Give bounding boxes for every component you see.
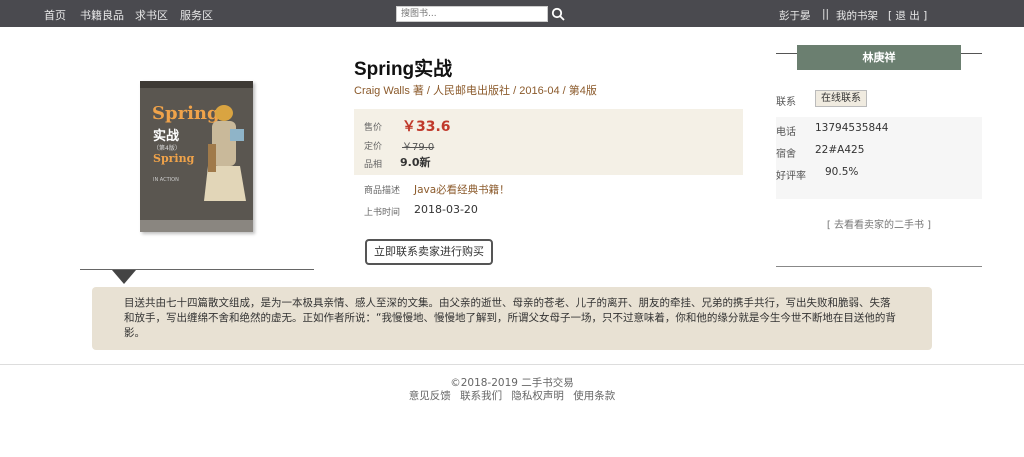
condition-value: 9.0新 bbox=[400, 156, 431, 169]
cover-figure-illustration bbox=[204, 105, 246, 201]
top-nav-bar: 首页 书籍良品 求书区 服务区 彭于晏 || 我的书架 [ 退 出 ] bbox=[0, 0, 1024, 27]
search-icon[interactable] bbox=[551, 7, 565, 21]
user-name-link[interactable]: 彭于晏 bbox=[779, 8, 811, 23]
description-label: 商品描述 bbox=[364, 186, 401, 196]
nav-request[interactable]: 求书区 bbox=[135, 7, 168, 23]
seller-name: 林庚祥 bbox=[797, 45, 961, 70]
search-input[interactable] bbox=[396, 6, 548, 22]
footer-links: 意见反馈 联系我们 隐私权声明 使用条款 bbox=[0, 388, 1024, 403]
contact-label: 联系 bbox=[776, 97, 796, 108]
contact-seller-buy-button[interactable]: 立即联系卖家进行购买 bbox=[365, 239, 493, 265]
see-seller-books-link[interactable]: [ 去看看卖家的二手书 ] bbox=[776, 216, 982, 231]
cover-subtitle: Spring bbox=[153, 152, 195, 165]
rating-value: 90.5% bbox=[825, 166, 859, 178]
dorm-label: 宿舍 bbox=[776, 149, 796, 160]
cover-subtitle-2: IN ACTION bbox=[153, 177, 179, 183]
nav-home[interactable]: 首页 bbox=[44, 7, 66, 23]
condition-label: 品相 bbox=[364, 160, 383, 170]
footer-link-privacy[interactable]: 隐私权声明 bbox=[511, 390, 564, 402]
description-value: Java必看经典书籍！ bbox=[414, 184, 510, 196]
phone-label: 电话 bbox=[776, 127, 796, 138]
footer-divider bbox=[0, 364, 1024, 365]
seller-bottom-rule bbox=[776, 266, 982, 267]
book-summary: 目送共由七十四篇散文组成，是为一本极具亲情、感人至深的文集。由父亲的逝世、母亲的… bbox=[92, 287, 932, 350]
my-shelf-link[interactable]: 我的书架 bbox=[836, 8, 878, 23]
cover-strip bbox=[140, 81, 253, 88]
sale-price: ￥33.6 bbox=[402, 119, 451, 135]
dorm-value: 22#A425 bbox=[815, 144, 865, 156]
price-panel: 售价 ￥33.6 定价 ￥79.0 品相 9.0新 bbox=[354, 109, 743, 175]
section-pointer-triangle bbox=[112, 270, 136, 284]
original-price: ￥79.0 bbox=[402, 142, 435, 153]
nav-books[interactable]: 书籍良品 bbox=[80, 7, 124, 23]
listing-time-label: 上书时间 bbox=[364, 208, 401, 218]
cover-title-cn: 实战 bbox=[153, 129, 180, 144]
footer-link-terms[interactable]: 使用条款 bbox=[573, 390, 615, 402]
footer-link-feedback[interactable]: 意见反馈 bbox=[409, 390, 451, 402]
book-meta: Craig Walls 著 / 人民邮电出版社 / 2016-04 / 第4版 bbox=[354, 85, 597, 97]
footer-link-contact[interactable]: 联系我们 bbox=[460, 390, 502, 402]
listing-time-value: 2018-03-20 bbox=[414, 203, 478, 216]
rating-label: 好评率 bbox=[776, 171, 806, 182]
phone-value: 13794535844 bbox=[815, 122, 889, 134]
logout-link[interactable]: [ 退 出 ] bbox=[888, 8, 927, 23]
original-price-label: 定价 bbox=[364, 142, 383, 152]
book-cover-image: Spring 实战 （第4版） Spring IN ACTION bbox=[140, 81, 253, 232]
book-title: Spring实战 bbox=[354, 59, 453, 80]
nav-separator: || bbox=[822, 8, 830, 20]
cover-bottom-band bbox=[140, 220, 253, 232]
online-contact-button[interactable]: 在线联系 bbox=[815, 90, 867, 107]
price-label: 售价 bbox=[364, 123, 383, 133]
nav-service[interactable]: 服务区 bbox=[180, 7, 213, 23]
cover-edition: （第4版） bbox=[153, 145, 181, 152]
